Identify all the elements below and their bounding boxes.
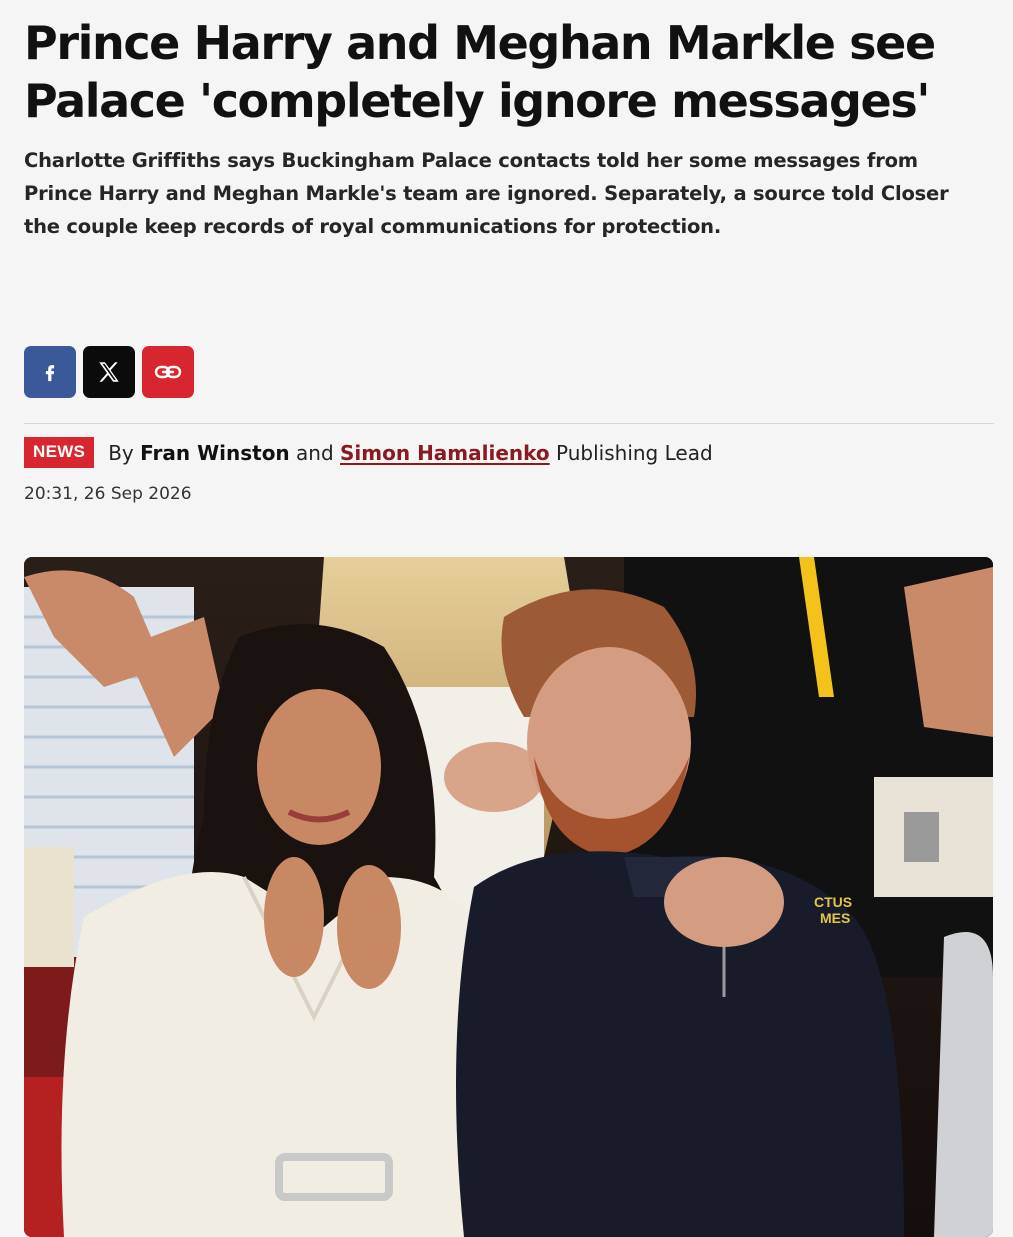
- byline-conjunction: and: [296, 440, 334, 465]
- x-logo-icon: [96, 359, 122, 385]
- share-buttons: [24, 346, 194, 398]
- svg-text:CTUS: CTUS: [814, 894, 852, 910]
- byline-row: NEWS By Fran Winston and Simon Hamalienk…: [24, 437, 713, 468]
- share-facebook-button[interactable]: [24, 346, 76, 398]
- author-role: Publishing Lead: [556, 440, 713, 465]
- svg-text:MES: MES: [820, 910, 850, 926]
- share-x-button[interactable]: [83, 346, 135, 398]
- article: Prince Harry and Meghan Markle see Palac…: [24, 14, 994, 1237]
- article-standfirst: Charlotte Griffiths says Buckingham Pala…: [24, 149, 949, 238]
- hero-image[interactable]: CTUS MES: [24, 557, 993, 1237]
- article-headline: Prince Harry and Meghan Markle see Palac…: [24, 16, 936, 128]
- author-name: Fran Winston: [140, 440, 290, 465]
- publish-timestamp: 20:31, 26 Sep 2026: [24, 484, 192, 504]
- link-icon: [153, 357, 183, 387]
- author-link[interactable]: Simon Hamalienko: [340, 441, 550, 465]
- section-badge[interactable]: NEWS: [24, 437, 95, 468]
- byline-prefix: By: [108, 440, 134, 465]
- copy-link-button[interactable]: [142, 346, 194, 398]
- divider: [24, 423, 994, 424]
- byline: By Fran Winston and Simon Hamalienko Pub…: [108, 441, 712, 465]
- facebook-icon: [39, 361, 61, 383]
